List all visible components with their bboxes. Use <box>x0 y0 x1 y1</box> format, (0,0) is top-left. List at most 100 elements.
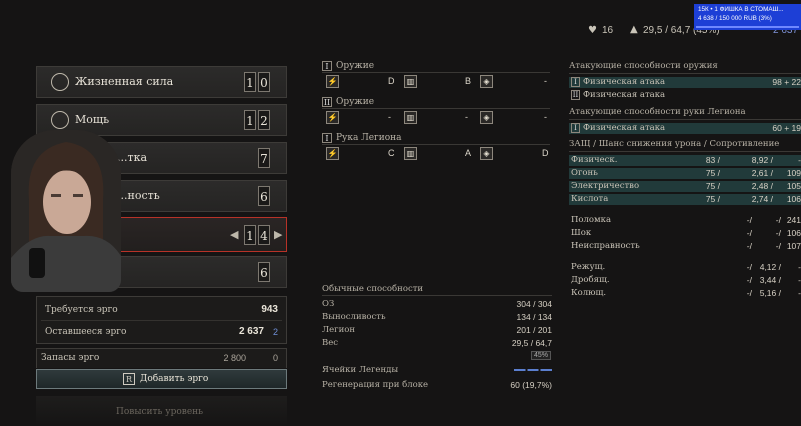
defense-label: Физическ. <box>571 155 618 165</box>
roman-numeral: I <box>322 133 332 143</box>
remaining-ergo-value: 2 637 <box>238 326 264 337</box>
status-label: Поломка <box>571 215 612 225</box>
advance-scaling-icon: ◈ <box>480 75 493 88</box>
status-value: 107 <box>786 241 801 251</box>
defense-title: ЗАЩ / Шанс снижения урона / Сопротивлени… <box>569 139 801 152</box>
attack-label: Физическая атака <box>583 123 666 133</box>
defense-row: Кислота 75 / 2,74 / 106 <box>569 194 801 205</box>
status-value: -/ <box>775 215 781 225</box>
weapon-attack-title-text: Атакующие способности оружия <box>569 61 718 71</box>
regen-row: Регенерация при блоке 60 (19,7%) <box>322 380 552 392</box>
status-row: Поломка -/ -/ 241 <box>569 215 801 226</box>
scaling-grade: - <box>388 112 391 122</box>
defense-value: 75 / <box>705 194 720 204</box>
donation-progress-bar <box>696 26 799 28</box>
defense-value: 75 / <box>705 181 720 191</box>
defense-value: 75 / <box>705 168 720 178</box>
stat-name: Мощь <box>75 113 110 126</box>
advance-scaling-icon: ◈ <box>480 147 493 160</box>
donation-progress-text: 4 638 / 150 000 RUB (3%) <box>698 15 772 22</box>
damage-type-value: 3,44 / <box>759 275 781 285</box>
status-value: -/ <box>775 241 781 251</box>
weapon-section-2: II Оружие ⚡ - ▥ - ◈ - <box>322 97 552 129</box>
common-row: Вес 29,5 / 64,7 <box>322 338 552 350</box>
reserves-value: 2 800 <box>223 353 246 363</box>
motivity-scaling-icon: ⚡ <box>326 111 339 124</box>
reduction-value: 8,92 / <box>751 155 773 165</box>
row-value: 304 / 304 <box>516 299 552 309</box>
donation-title: 15К • 1 ФИШКА В СТОМАШ... <box>698 6 784 13</box>
defense-title-text: ЗАЩ / Шанс снижения урона / Сопротивлени… <box>569 139 780 149</box>
defense-row: Огонь 75 / 2,61 / 109 <box>569 168 801 179</box>
defense-row: Физическ. 83 / 8,92 / - <box>569 155 801 166</box>
defense-label: Кислота <box>571 194 609 204</box>
technique-scaling-icon: ▥ <box>404 147 417 160</box>
common-row: ОЗ 304 / 304 <box>322 299 552 311</box>
damage-type-value: 4,12 / <box>759 262 781 272</box>
vitality-icon <box>51 73 69 91</box>
technique-scaling-icon: ▥ <box>404 75 417 88</box>
stat-digit: 2 <box>258 110 270 130</box>
scaling-grade: - <box>544 76 547 86</box>
level-up-button[interactable]: Повысить уровень <box>36 396 287 426</box>
decrease-arrow-icon[interactable]: ◀ <box>230 228 238 241</box>
row-label: Вес <box>322 338 339 348</box>
resist-value: 109 <box>786 168 801 178</box>
stat-name: ...тка <box>117 151 148 164</box>
weapon-attack-row: I Физическая атака 98 + 22 <box>569 77 801 88</box>
reduction-value: 2,48 / <box>751 181 773 191</box>
capacity-icon <box>51 111 69 129</box>
row-label: Ячейки Легенды <box>322 365 399 375</box>
damage-type-row: Режущ. -/ 4,12 / - <box>569 262 801 273</box>
legion-attack-title-text: Атакующие способности руки Легиона <box>569 107 746 117</box>
advance-scaling-icon: ◈ <box>480 111 493 124</box>
scaling-grade: C <box>388 148 395 158</box>
weight-icon: ▲ <box>630 24 638 35</box>
roman-numeral: II <box>322 97 332 107</box>
damage-type-row: Дробящ. -/ 3,44 / - <box>569 275 801 286</box>
stat-name: ...ность <box>117 189 160 202</box>
damage-type-label: Режущ. <box>571 262 606 272</box>
weight-percent-badge: 45% <box>531 351 552 360</box>
status-value: -/ <box>746 215 752 225</box>
legion-heart-icon: ♥ <box>588 25 597 36</box>
top-status-bar: ♥ 16 ▲ 29,5 / 64,7 (45%) 2 637 15К • 1 Ф… <box>0 0 801 42</box>
stat-name: Жизненная сила <box>75 75 174 88</box>
legion-arm-section: I Рука Легиона ⚡ C ▥ A ◈ D <box>322 133 552 165</box>
increase-arrow-icon[interactable]: ▶ <box>274 228 282 241</box>
damage-type-label: Колющ. <box>571 288 607 298</box>
weapon-attack-title: Атакующие способности оружия <box>569 61 801 74</box>
row-label: Регенерация при блоке <box>322 380 429 390</box>
stat-row-vitality[interactable]: Жизненная сила 1 0 <box>36 66 287 98</box>
scaling-grade: - <box>465 112 468 122</box>
scaling-grade: - <box>544 112 547 122</box>
streamer-silhouette <box>11 130 121 292</box>
common-row: Легион 201 / 201 <box>322 325 552 337</box>
row-value: 201 / 201 <box>516 325 552 335</box>
common-row: Выносливость 134 / 134 <box>322 312 552 324</box>
add-ergo-button[interactable]: R Добавить эрго <box>36 369 287 389</box>
damage-type-value: -/ <box>746 262 752 272</box>
status-row: Неисправность -/ -/ 107 <box>569 241 801 252</box>
weapon-attack-row: II Физическая атака <box>569 90 801 101</box>
stat-digit: 1 <box>244 110 256 130</box>
add-ergo-label: Добавить эрго <box>140 374 209 384</box>
status-row: Шок -/ -/ 106 <box>569 228 801 239</box>
weapon-title: Рука Легиона <box>336 133 402 143</box>
motivity-scaling-icon: ⚡ <box>326 75 339 88</box>
attack-value: 60 + 19 <box>772 123 801 133</box>
level-up-label: Повысить уровень <box>116 407 204 417</box>
resist-value: 105 <box>786 181 801 191</box>
roman-numeral: I <box>571 77 580 87</box>
technique-scaling-icon: ▥ <box>404 111 417 124</box>
defense-label: Электричество <box>571 181 640 191</box>
stat-digit: 0 <box>258 72 270 92</box>
status-value: -/ <box>746 241 752 251</box>
common-title-text: Обычные способности <box>322 284 424 294</box>
common-abilities-title: Обычные способности <box>322 284 552 296</box>
stat-digit: 1 <box>244 72 256 92</box>
webcam-overlay <box>11 130 121 292</box>
key-r-icon: R <box>123 373 135 385</box>
donation-overlay: 15К • 1 ФИШКА В СТОМАШ... 4 638 / 150 00… <box>694 4 801 30</box>
status-value: -/ <box>746 228 752 238</box>
